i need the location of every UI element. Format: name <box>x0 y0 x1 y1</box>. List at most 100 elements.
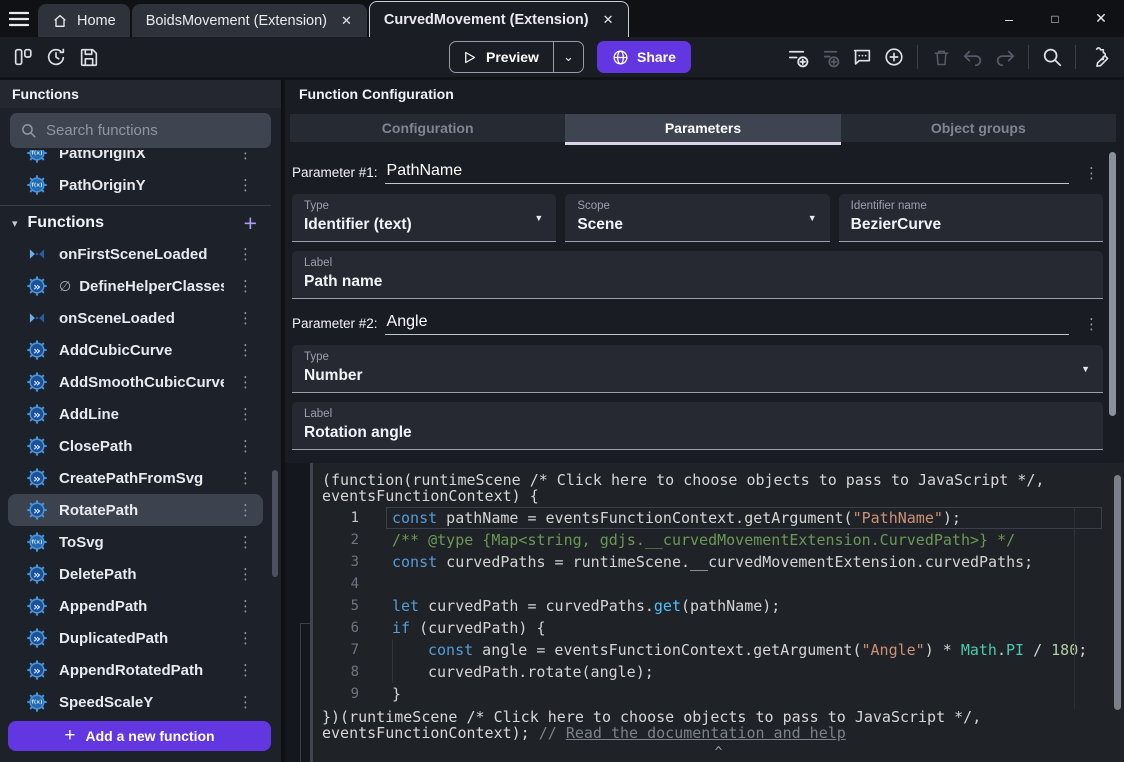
code-wrapper-header[interactable]: (function(runtimeScene /* Click here to … <box>313 463 1124 504</box>
tab-object-groups[interactable]: Object groups <box>841 114 1116 142</box>
item-menu-icon[interactable]: ⋮ <box>235 661 257 679</box>
sidebar-scrollbar[interactable] <box>272 470 278 577</box>
sidebar-item-definehelperclasses[interactable]: »∅DefineHelperClasses⋮ <box>8 270 263 302</box>
parameters-scrollbar[interactable] <box>1109 152 1116 416</box>
code-line-6[interactable]: 6if (curvedPath) { <box>313 617 1124 639</box>
item-menu-icon[interactable]: ⋮ <box>235 501 257 519</box>
function-name: PathOriginX <box>59 150 224 162</box>
code-line-7[interactable]: 7const angle = eventsFunctionContext.get… <box>313 639 1124 661</box>
item-menu-icon[interactable]: ⋮ <box>235 341 257 359</box>
field-label[interactable]: LabelPath name <box>292 251 1103 299</box>
parameter-name-input[interactable]: Angle <box>385 313 1069 335</box>
item-menu-icon[interactable]: ⋮ <box>235 597 257 615</box>
field-type[interactable]: TypeNumber▼ <box>292 345 1103 393</box>
item-menu-icon[interactable]: ⋮ <box>235 693 257 711</box>
code-lines: 1const pathName = eventsFunctionContext.… <box>313 507 1124 705</box>
svg-text:»: » <box>33 663 41 677</box>
sidebar-item-onfirstsceneloaded[interactable]: onFirstSceneLoaded⋮ <box>8 238 263 270</box>
tab-parameters[interactable]: Parameters <box>565 114 840 142</box>
search-functions-input[interactable] <box>46 122 261 139</box>
preview-button[interactable]: Preview <box>450 42 553 72</box>
sidebar-item-closepath[interactable]: »ClosePath⋮ <box>8 430 263 462</box>
add-function-icon[interactable]: + <box>244 213 257 233</box>
section-collapse-icon[interactable]: ▾ <box>12 217 18 230</box>
search-functions-box[interactable] <box>10 113 271 148</box>
maximize-icon[interactable]: □ <box>1032 0 1078 37</box>
sidebar-item-pathoriginx[interactable]: f(x)PathOriginX⋮ <box>8 150 263 169</box>
item-menu-icon[interactable]: ⋮ <box>235 309 257 327</box>
item-menu-icon[interactable]: ⋮ <box>235 176 257 194</box>
item-menu-icon[interactable]: ⋮ <box>235 405 257 423</box>
titlebar-tab-curvedmovement-extension[interactable]: CurvedMovement (Extension)✕ <box>369 1 630 37</box>
sidebar-item-rotatepath[interactable]: »RotatePath⋮ <box>8 494 263 526</box>
sidebar-item-pathoriginy[interactable]: f(x)PathOriginY⋮ <box>8 169 263 201</box>
close-icon[interactable]: ✕ <box>1078 0 1124 37</box>
add-new-function-button[interactable]: + Add a new function <box>8 721 271 751</box>
titlebar-tab-boidsmovement-extension[interactable]: BoidsMovement (Extension)✕ <box>132 4 367 37</box>
panels-icon[interactable] <box>8 42 38 72</box>
minimize-icon[interactable]: – <box>986 0 1032 37</box>
sidebar-item-appendrotatedpath[interactable]: »AppendRotatedPath⋮ <box>8 654 263 686</box>
documentation-link[interactable]: Read the documentation and help <box>566 724 846 742</box>
add-event-icon[interactable] <box>783 42 813 72</box>
add-subevent-icon[interactable] <box>815 42 845 72</box>
close-tab-icon[interactable]: ✕ <box>602 10 615 30</box>
item-menu-icon[interactable]: ⋮ <box>235 533 257 551</box>
item-menu-icon[interactable]: ⋮ <box>235 437 257 455</box>
parameter-name-input[interactable]: PathName <box>385 162 1069 184</box>
parameter-fields: TypeNumber▼ LabelRotation angle <box>292 345 1103 450</box>
item-menu-icon[interactable]: ⋮ <box>235 565 257 583</box>
search-icon[interactable] <box>1037 42 1067 72</box>
preview-dropdown-button[interactable]: ⌄ <box>553 42 583 72</box>
code-line-1[interactable]: 1const pathName = eventsFunctionContext.… <box>313 507 1124 529</box>
item-menu-icon[interactable]: ⋮ <box>235 245 257 263</box>
item-menu-icon[interactable]: ⋮ <box>235 629 257 647</box>
save-icon[interactable] <box>74 42 104 72</box>
code-line-9[interactable]: 9} <box>313 683 1124 705</box>
sidebar-item-appendpath[interactable]: »AppendPath⋮ <box>8 590 263 622</box>
item-menu-icon[interactable]: ⋮ <box>235 277 257 295</box>
item-menu-icon[interactable]: ⋮ <box>235 469 257 487</box>
code-line-5[interactable]: 5let curvedPath = curvedPaths.get(pathNa… <box>313 595 1124 617</box>
function-items: onFirstSceneLoaded⋮»∅DefineHelperClasses… <box>0 238 271 718</box>
code-editor[interactable]: (function(runtimeScene /* Click here to … <box>313 463 1124 762</box>
code-line-4[interactable]: 4 <box>313 573 1124 595</box>
parameter-menu-icon[interactable]: ⋮ <box>1081 315 1103 335</box>
edit-extension-icon[interactable] <box>1084 42 1114 72</box>
history-icon[interactable] <box>41 42 71 72</box>
sidebar-item-addcubiccurve[interactable]: »AddCubicCurve⋮ <box>8 334 263 366</box>
code-line-3[interactable]: 3const curvedPaths = runtimeScene.__curv… <box>313 551 1124 573</box>
redo-icon[interactable] <box>990 42 1020 72</box>
code-line-2[interactable]: 2/** @type {Map<string, gdjs.__curvedMov… <box>313 529 1124 551</box>
sidebar-item-addline[interactable]: »AddLine⋮ <box>8 398 263 430</box>
sidebar-item-duplicatedpath[interactable]: »DuplicatedPath⋮ <box>8 622 263 654</box>
undo-icon[interactable] <box>958 42 988 72</box>
item-menu-icon[interactable]: ⋮ <box>235 150 257 162</box>
sidebar-item-createpathfromsvg[interactable]: »CreatePathFromSvg⋮ <box>8 462 263 494</box>
sidebar-item-tosvg[interactable]: f(x)ToSvg⋮ <box>8 526 263 558</box>
add-comment-icon[interactable] <box>847 42 877 72</box>
parameter-1-heading: Parameter #1:PathName⋮ <box>292 162 1103 184</box>
add-circle-icon[interactable] <box>879 42 909 72</box>
field-identifier-name[interactable]: Identifier nameBezierCurve <box>839 194 1103 242</box>
field-label[interactable]: LabelRotation angle <box>292 402 1103 450</box>
sidebar-item-deletepath[interactable]: »DeletePath⋮ <box>8 558 263 590</box>
field-type[interactable]: TypeIdentifier (text)▼ <box>292 194 556 242</box>
field-scope[interactable]: ScopeScene▼ <box>565 194 829 242</box>
delete-icon[interactable] <box>926 42 956 72</box>
sidebar-item-addsmoothcubiccurve[interactable]: »AddSmoothCubicCurve⋮ <box>8 366 263 398</box>
code-line-8[interactable]: 8curvedPath.rotate(angle); <box>313 661 1124 683</box>
collapse-event-icon[interactable]: ^ <box>313 745 1124 760</box>
close-tab-icon[interactable]: ✕ <box>340 11 353 31</box>
parameter-menu-icon[interactable]: ⋮ <box>1081 164 1103 184</box>
sidebar-item-speedscaley[interactable]: f(x)SpeedScaleY⋮ <box>8 686 263 718</box>
share-button[interactable]: Share <box>597 41 691 73</box>
code-scrollbar[interactable] <box>1114 475 1121 710</box>
tab-configuration[interactable]: Configuration <box>290 114 565 142</box>
section-label[interactable]: Functions <box>28 214 234 232</box>
main-menu-icon[interactable] <box>0 0 38 37</box>
titlebar-tab-home[interactable]: Home <box>38 4 130 37</box>
sidebar-item-onsceneloaded[interactable]: onSceneLoaded⋮ <box>8 302 263 334</box>
functions-section-header: ▾ Functions + <box>0 208 271 238</box>
item-menu-icon[interactable]: ⋮ <box>235 373 257 391</box>
